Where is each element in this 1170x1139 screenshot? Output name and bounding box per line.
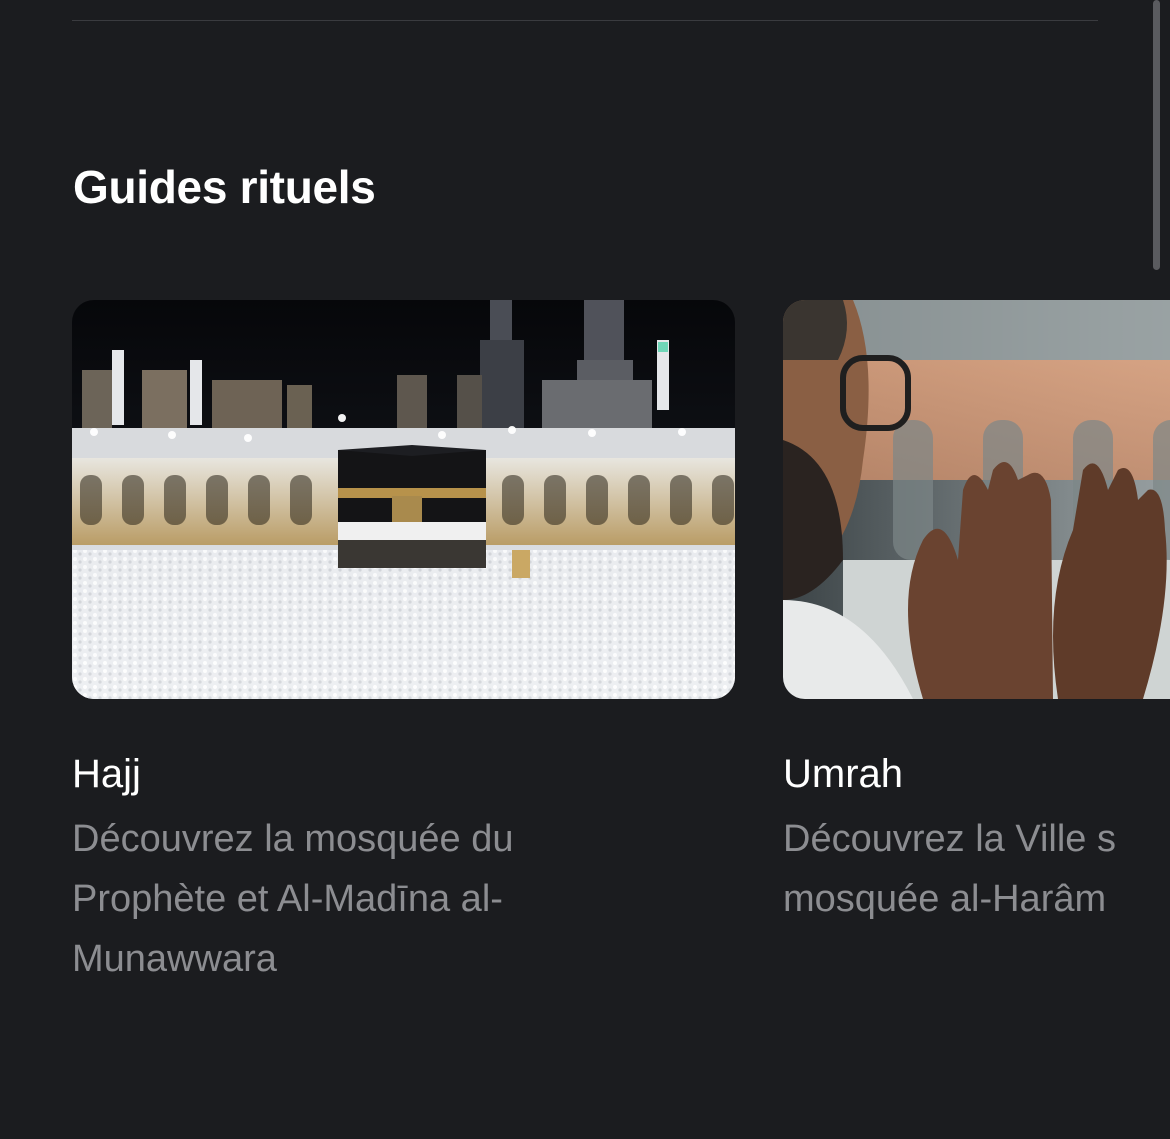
card-description: Découvrez la mosquée du Prophète et Al-M… xyxy=(72,818,514,980)
card-title: Hajj xyxy=(72,752,141,796)
page: Guides rituels Hajj Découvrez la mosquée… xyxy=(0,0,1170,1139)
praying-hands-photo-icon[interactable] xyxy=(783,300,1170,699)
guide-card-hajj[interactable]: Hajj Découvrez la mosquée du Prophète et… xyxy=(72,300,735,989)
guides-carousel[interactable]: Hajj Découvrez la mosquée du Prophète et… xyxy=(72,300,1170,1060)
guide-card-umrah[interactable]: Umrah Découvrez la Ville s mosquée al-Ha… xyxy=(783,300,1170,929)
card-description-line: mosquée al-Harâm xyxy=(783,878,1107,920)
scrollbar-thumb[interactable] xyxy=(1153,0,1160,270)
card-description-line: Découvrez la Ville s xyxy=(783,818,1117,860)
section-divider xyxy=(72,20,1098,21)
card-description: Découvrez la Ville s mosquée al-Harâm xyxy=(783,809,1170,929)
section-title: Guides rituels xyxy=(73,161,376,213)
kaaba-photo-icon[interactable] xyxy=(72,300,735,699)
card-title: Umrah xyxy=(783,752,904,796)
